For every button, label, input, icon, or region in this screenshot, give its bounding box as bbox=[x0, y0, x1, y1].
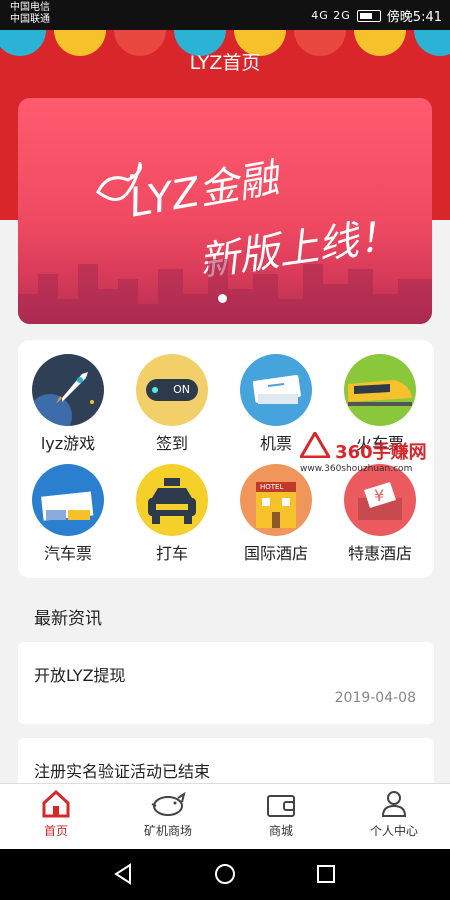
news-heading: 最新资讯 bbox=[34, 609, 102, 629]
taxi-icon bbox=[136, 464, 208, 536]
back-icon[interactable] bbox=[112, 863, 134, 885]
tab-label: 个人中心 bbox=[369, 824, 418, 838]
clock: 傍晚5:41 bbox=[386, 10, 442, 25]
toggle-badge: ON bbox=[173, 383, 190, 396]
menu-label: 打车 bbox=[155, 544, 188, 563]
menu-item-taxi[interactable]: 打车 bbox=[122, 464, 222, 564]
watermark-brand: 360手赚网 bbox=[335, 442, 427, 463]
promo-banner[interactable]: LYZ金融 新版上线！ bbox=[18, 98, 432, 324]
news-title: 开放LYZ提现 bbox=[34, 666, 126, 685]
home-circle-icon[interactable] bbox=[214, 863, 236, 885]
train-icon bbox=[344, 354, 416, 426]
status-right: 4G 2G 傍晚5:41 bbox=[311, 6, 442, 25]
tab-label: 商城 bbox=[268, 824, 293, 838]
banner-line-1: LYZ金融 bbox=[125, 155, 282, 227]
news-item[interactable]: 开放LYZ提现 2019-04-08 bbox=[18, 642, 434, 724]
menu-label: 签到 bbox=[155, 434, 188, 453]
toggle-on-icon: ON bbox=[136, 354, 208, 426]
bus-ticket-icon bbox=[32, 464, 104, 536]
city-skyline bbox=[18, 259, 432, 324]
news-date: 2019-04-08 bbox=[334, 690, 416, 706]
plane-ticket-icon bbox=[240, 354, 312, 426]
menu-item-deal-hotel[interactable]: ¥ 特惠酒店 bbox=[330, 464, 430, 564]
bottom-nav: 首页 矿机商场 商城 个人中心 bbox=[0, 783, 450, 850]
watermark-logo-icon bbox=[298, 430, 332, 459]
menu-label: 国际酒店 bbox=[243, 544, 308, 563]
user-icon bbox=[381, 791, 407, 817]
tab-label: 首页 bbox=[43, 824, 68, 838]
status-bar: 中国电信 中国联通 4G 2G 傍晚5:41 bbox=[0, 0, 450, 30]
watermark-url: www.360shouzhuan.com bbox=[300, 464, 413, 474]
yen-coupon-icon: ¥ bbox=[344, 464, 416, 536]
piggy-bank-icon bbox=[151, 791, 186, 816]
tab-home[interactable]: 首页 bbox=[0, 784, 112, 850]
menu-label: lyz游戏 bbox=[40, 434, 96, 453]
recents-icon[interactable] bbox=[316, 864, 336, 884]
tab-miner-shop[interactable]: 矿机商场 bbox=[112, 784, 224, 850]
carrier-2: 中国联通 bbox=[10, 14, 50, 25]
yen-badge: ¥ bbox=[374, 486, 385, 505]
system-nav-bar bbox=[0, 849, 450, 900]
wallet-icon bbox=[267, 795, 295, 817]
menu-label: 特惠酒店 bbox=[347, 544, 412, 563]
battery-icon bbox=[356, 9, 381, 22]
carrier-1: 中国电信 bbox=[10, 2, 50, 13]
tab-label: 矿机商场 bbox=[143, 824, 192, 838]
menu-item-intl-hotel[interactable]: HOTEL 国际酒店 bbox=[226, 464, 326, 564]
menu-item-game[interactable]: lyz游戏 bbox=[18, 354, 118, 454]
home-icon bbox=[42, 790, 70, 818]
watermark: 360手赚网 www.360shouzhuan.com bbox=[298, 430, 427, 474]
menu-item-checkin[interactable]: ON 签到 bbox=[122, 354, 222, 454]
rocket-icon bbox=[32, 354, 104, 426]
carrier-info: 中国电信 中国联通 bbox=[10, 2, 50, 26]
news-title: 注册实名验证活动已结束 bbox=[34, 762, 211, 781]
tab-profile[interactable]: 个人中心 bbox=[338, 784, 450, 850]
network-indicator: 4G 2G bbox=[311, 9, 351, 22]
tab-mall[interactable]: 商城 bbox=[225, 784, 337, 850]
menu-item-bus[interactable]: 汽车票 bbox=[18, 464, 118, 564]
hotel-icon: HOTEL bbox=[240, 464, 312, 536]
carousel-dot[interactable] bbox=[218, 294, 227, 303]
page-title: LYZ首页 bbox=[189, 52, 261, 74]
menu-label: 汽车票 bbox=[43, 544, 92, 563]
hotel-badge: HOTEL bbox=[260, 483, 284, 491]
